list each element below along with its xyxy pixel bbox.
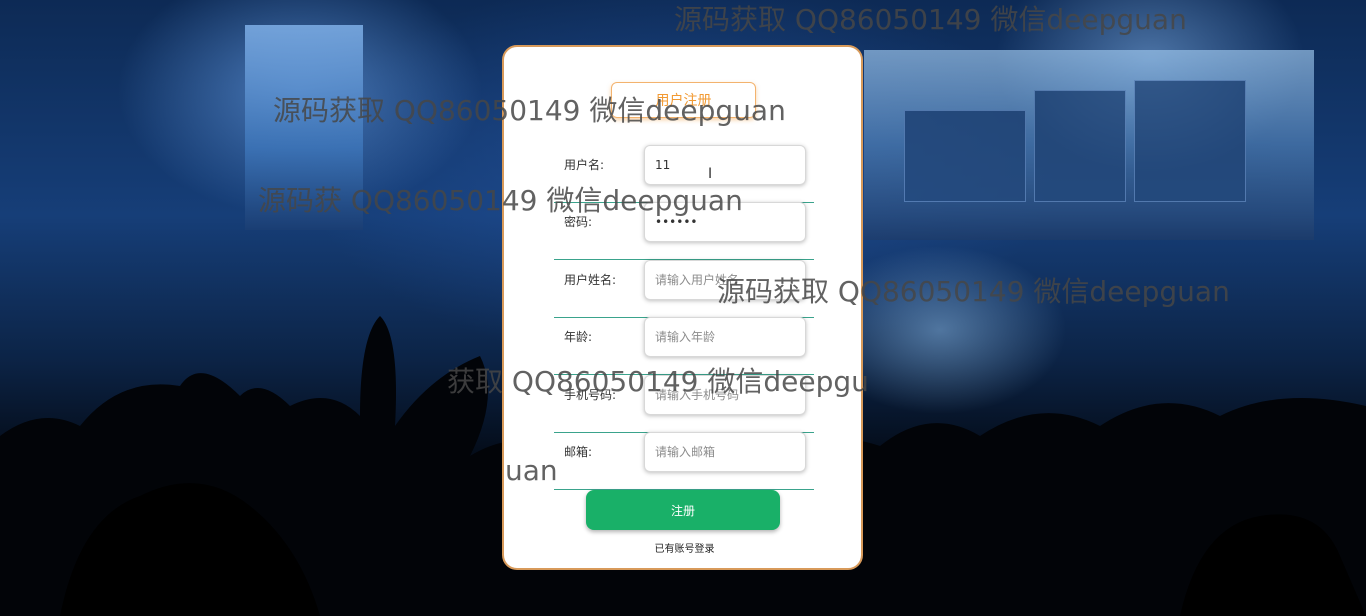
form-row-age: 年龄: xyxy=(554,317,814,375)
stage-screen-right xyxy=(864,50,1314,240)
stage-screen-left xyxy=(245,25,363,230)
building-shape xyxy=(1034,90,1126,202)
phone-label: 手机号码: xyxy=(564,388,617,402)
password-input[interactable] xyxy=(644,202,806,242)
building-shape xyxy=(1134,80,1246,202)
phone-input[interactable] xyxy=(644,375,806,415)
form-row-password: 密码: xyxy=(554,202,814,260)
email-label: 邮箱: xyxy=(564,445,593,459)
form-row-username: 用户名: xyxy=(554,145,814,203)
age-input[interactable] xyxy=(644,317,806,357)
form-title: 用户注册 xyxy=(611,82,756,118)
register-card: 用户注册 用户名: 密码: 用户姓名: 年龄: 手机号码: 邮箱: I 注册 已… xyxy=(502,45,863,570)
background-concert-image: 用户注册 用户名: 密码: 用户姓名: 年龄: 手机号码: 邮箱: I 注册 已… xyxy=(0,0,1366,616)
register-button[interactable]: 注册 xyxy=(586,490,780,530)
login-link[interactable]: 已有账号登录 xyxy=(504,540,865,555)
form-row-email: 邮箱: xyxy=(554,432,814,490)
text-cursor-icon: I xyxy=(708,166,713,182)
age-label: 年龄: xyxy=(564,330,593,344)
username-input[interactable] xyxy=(644,145,806,185)
form-row-fullname: 用户姓名: xyxy=(554,260,814,318)
watermark-text: 源码获取 QQ86050149 微信deepguan xyxy=(674,3,1187,36)
fullname-input[interactable] xyxy=(644,260,806,300)
fullname-label: 用户姓名: xyxy=(564,273,617,287)
email-input[interactable] xyxy=(644,432,806,472)
form-row-phone: 手机号码: xyxy=(554,375,814,433)
building-shape xyxy=(904,110,1026,202)
password-label: 密码: xyxy=(564,215,593,229)
username-label: 用户名: xyxy=(564,158,605,172)
